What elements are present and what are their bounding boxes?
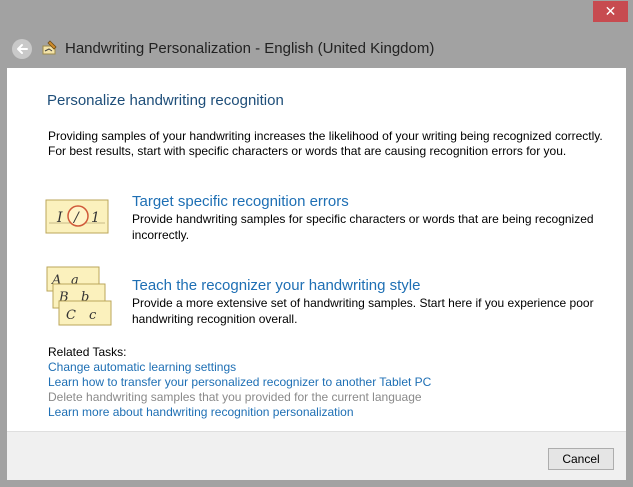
teach-recognizer-link[interactable]: Teach the recognizer your handwriting st…	[132, 277, 421, 294]
intro-text: Providing samples of your handwriting in…	[48, 129, 603, 158]
svg-text:C: C	[66, 308, 76, 323]
svg-text:I: I	[56, 210, 63, 226]
target-errors-description: Provide handwriting samples for specific…	[132, 212, 594, 242]
teach-recognizer-description: Provide a more extensive set of handwrit…	[132, 296, 594, 326]
delete-samples-link: Delete handwriting samples that you prov…	[48, 390, 422, 404]
close-button[interactable]: ✕	[593, 1, 628, 22]
cancel-button[interactable]: Cancel	[548, 448, 614, 470]
transfer-recognizer-link[interactable]: Learn how to transfer your personalized …	[48, 375, 431, 389]
page-heading: Personalize handwriting recognition	[47, 92, 284, 109]
svg-text:c: c	[89, 308, 97, 323]
svg-text:1: 1	[91, 210, 100, 226]
content-panel: Personalize handwriting recognition Prov…	[7, 68, 626, 431]
related-tasks-label: Related Tasks:	[48, 345, 127, 359]
dialog-footer: Cancel	[7, 431, 626, 480]
dialog-window: ✕ Handwriting Personalization - English …	[0, 0, 633, 487]
automatic-learning-link[interactable]: Change automatic learning settings	[48, 360, 236, 374]
close-icon: ✕	[604, 3, 617, 19]
handwriting-app-icon	[42, 40, 57, 55]
back-button[interactable]	[12, 39, 32, 59]
recognition-errors-icon: I / 1	[45, 199, 109, 234]
window-title: Handwriting Personalization - English (U…	[65, 40, 435, 57]
target-errors-link[interactable]: Target specific recognition errors	[132, 193, 349, 210]
handwriting-style-icon: A a B b C c	[46, 266, 112, 326]
back-arrow-icon	[17, 44, 28, 54]
learn-more-link[interactable]: Learn more about handwriting recognition…	[48, 405, 354, 419]
